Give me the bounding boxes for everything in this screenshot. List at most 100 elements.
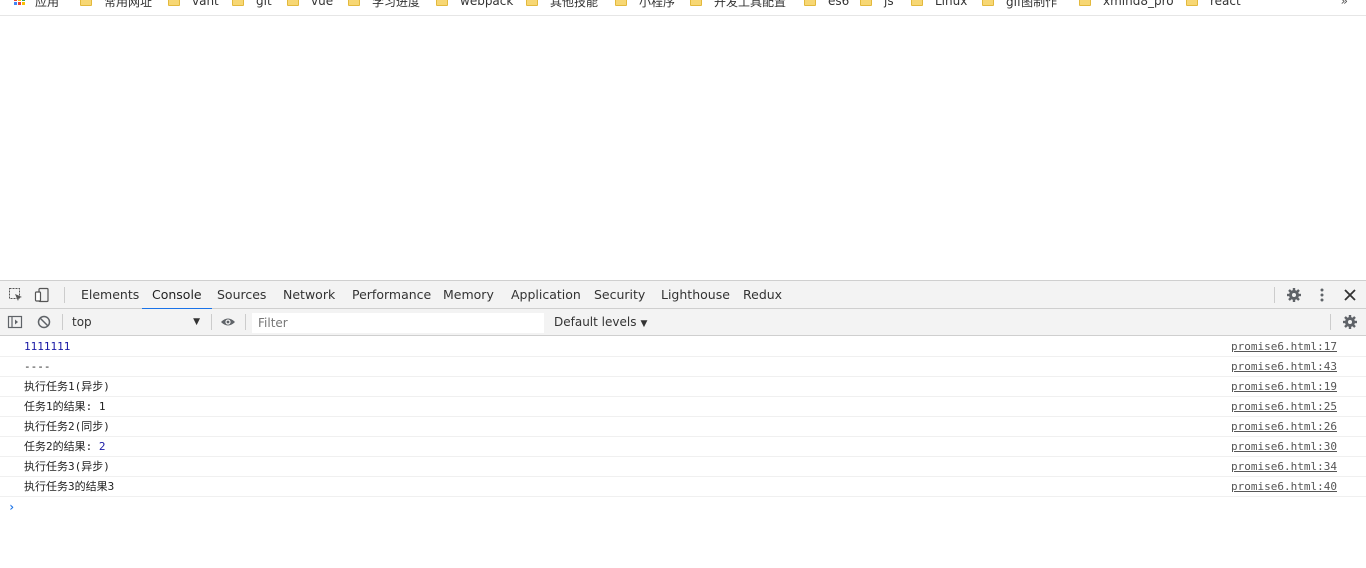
bookmark-folder[interactable]: 常用网址 (80, 0, 152, 9)
folder-icon (804, 0, 816, 6)
context-label: top (72, 315, 92, 329)
devtools-tabbar: Elements Console Sources Network Perform… (0, 281, 1366, 310)
bookmark-label: webpack (460, 0, 514, 8)
message-number-value: 2 (98, 440, 106, 453)
show-sidebar-icon[interactable] (7, 314, 23, 330)
bookmark-label: Linux (935, 0, 968, 8)
folder-icon (690, 0, 702, 6)
message-text: 执行任务3(异步) (24, 460, 110, 473)
message-text: 任务2的结果: 2 (24, 437, 106, 456)
folder-icon (348, 0, 360, 6)
bookmark-folder[interactable]: vant (168, 0, 219, 9)
bookmark-label: 开发工具配置 (714, 0, 787, 9)
execution-context-select[interactable]: top ▼ (66, 313, 206, 332)
bookmark-folder[interactable]: 小程序 (615, 0, 675, 9)
bookmarks-overflow-button[interactable]: » (1341, 0, 1348, 8)
source-link[interactable]: promise6.html:26 (1231, 417, 1337, 436)
toolbar-divider (64, 287, 65, 303)
prompt-chevron-icon: › (8, 500, 16, 514)
source-link[interactable]: promise6.html:34 (1231, 457, 1337, 476)
bookmark-apps[interactable]: 应用 (14, 0, 59, 9)
bookmark-label: es6 (828, 0, 850, 8)
tab-sources[interactable]: Sources (217, 281, 266, 309)
tab-console[interactable]: Console (142, 281, 212, 310)
console-settings-gear-icon[interactable] (1342, 314, 1358, 330)
dropdown-caret-icon: ▼ (640, 319, 648, 329)
bookmark-folder[interactable]: xmind8_pro (1079, 0, 1174, 9)
bookmark-folder[interactable]: gif图制作 (982, 0, 1057, 9)
console-input[interactable] (22, 497, 1322, 517)
console-prompt: › (0, 497, 1366, 517)
bookmark-label: 其他技能 (550, 0, 599, 9)
message-text: 执行任务1(异步) (24, 380, 110, 393)
page-viewport (0, 17, 1366, 280)
console-messages: 1111111 promise6.html:17 ---- promise6.h… (0, 337, 1366, 517)
bookmark-folder[interactable]: js (860, 0, 894, 9)
bookmark-folder[interactable]: es6 (804, 0, 849, 9)
source-link[interactable]: promise6.html:30 (1231, 437, 1337, 456)
dropdown-caret-icon: ▼ (193, 317, 200, 327)
console-message: ---- promise6.html:43 (0, 357, 1366, 377)
console-toolbar: top ▼ Default levels▼ (0, 309, 1366, 336)
folder-icon (1186, 0, 1198, 6)
message-text: 任务1的结果: 1 (24, 400, 106, 413)
tab-network[interactable]: Network (283, 281, 335, 309)
bookmark-folder[interactable]: Linux (911, 0, 967, 9)
tab-redux[interactable]: Redux (743, 281, 782, 309)
settings-gear-icon[interactable] (1286, 287, 1302, 303)
source-link[interactable]: promise6.html:25 (1231, 397, 1337, 416)
console-message: 执行任务2(同步) promise6.html:26 (0, 417, 1366, 437)
console-message: 任务2的结果: 2 promise6.html:30 (0, 437, 1366, 457)
toolbar-divider (1330, 314, 1331, 330)
bookmark-folder[interactable]: 学习进度 (348, 0, 420, 9)
devtools-panel: Elements Console Sources Network Perform… (0, 280, 1366, 568)
tab-lighthouse[interactable]: Lighthouse (661, 281, 730, 309)
folder-icon (168, 0, 180, 6)
tab-memory[interactable]: Memory (443, 281, 494, 309)
message-text: ---- (24, 360, 51, 373)
bookmark-folder[interactable]: react (1186, 0, 1241, 9)
inspect-element-icon[interactable] (8, 287, 24, 303)
bookmark-folder[interactable]: vue (287, 0, 333, 9)
folder-icon (911, 0, 923, 6)
bookmarks-bar: 应用 常用网址 vant git vue 学习进度 webpack 其他技能 小… (0, 0, 1366, 16)
close-icon[interactable] (1342, 287, 1358, 303)
source-link[interactable]: promise6.html:40 (1231, 477, 1337, 496)
folder-icon (1079, 0, 1091, 6)
source-link[interactable]: promise6.html:43 (1231, 357, 1337, 376)
bookmark-label: git (256, 0, 272, 8)
tab-security[interactable]: Security (594, 281, 645, 309)
toolbar-divider (1274, 287, 1275, 303)
device-toolbar-icon[interactable] (34, 287, 50, 303)
bookmark-label: vant (192, 0, 219, 8)
bookmark-folder[interactable]: webpack (436, 0, 513, 9)
console-message: 执行任务3(异步) promise6.html:34 (0, 457, 1366, 477)
message-text: 1111111 (24, 340, 71, 353)
folder-icon (982, 0, 994, 6)
more-options-icon[interactable] (1314, 287, 1330, 303)
tab-elements[interactable]: Elements (81, 281, 139, 309)
toolbar-divider (211, 314, 212, 330)
bookmark-folder[interactable]: 开发工具配置 (690, 0, 786, 9)
bookmark-label: js (884, 0, 894, 8)
source-link[interactable]: promise6.html:19 (1231, 377, 1337, 396)
console-filter-input[interactable] (252, 313, 544, 333)
log-levels-label: Default levels (554, 315, 637, 329)
bookmark-label: 常用网址 (104, 0, 153, 9)
bookmark-label: gif图制作 (1006, 0, 1058, 9)
console-message: 执行任务3的结果3 promise6.html:40 (0, 477, 1366, 497)
folder-icon (232, 0, 244, 6)
bookmark-folder[interactable]: git (232, 0, 272, 9)
message-prefix: 任务2的结果: (24, 440, 99, 453)
live-expression-eye-icon[interactable] (220, 314, 236, 330)
tab-application[interactable]: Application (511, 281, 581, 309)
bookmark-label: react (1210, 0, 1241, 8)
log-levels-dropdown[interactable]: Default levels ▼ (554, 313, 647, 332)
clear-console-icon[interactable] (36, 314, 52, 330)
console-message: 执行任务1(异步) promise6.html:19 (0, 377, 1366, 397)
console-message: 1111111 promise6.html:17 (0, 337, 1366, 357)
source-link[interactable]: promise6.html:17 (1231, 337, 1337, 356)
bookmark-folder[interactable]: 其他技能 (526, 0, 598, 9)
folder-icon (436, 0, 448, 6)
tab-performance[interactable]: Performance (352, 281, 431, 309)
